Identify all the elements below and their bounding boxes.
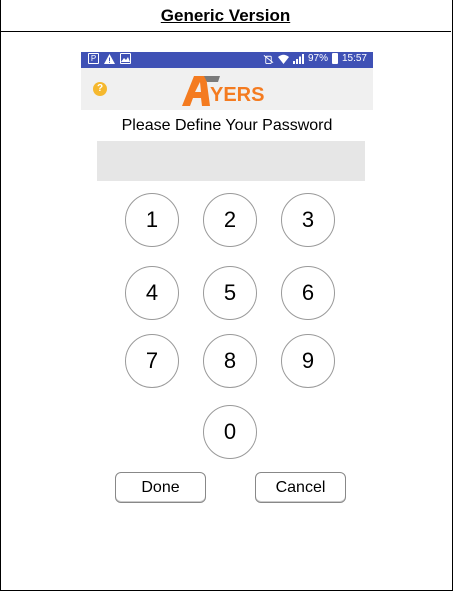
warning-icon — [104, 53, 115, 64]
key-6[interactable]: 6 — [281, 266, 335, 320]
battery-icon — [331, 53, 338, 64]
image-icon — [120, 53, 131, 64]
key-7[interactable]: 7 — [125, 334, 179, 388]
password-input[interactable] — [97, 141, 365, 181]
done-button[interactable]: Done — [115, 472, 206, 503]
logo-text: YERS — [210, 84, 264, 106]
document-title: Generic Version — [160, 6, 291, 25]
mute-vibrate-icon — [263, 53, 274, 64]
document-header: Generic Version — [0, 0, 451, 32]
cancel-button[interactable]: Cancel — [255, 472, 346, 503]
key-4[interactable]: 4 — [125, 266, 179, 320]
password-prompt: Please Define Your Password — [121, 117, 333, 134]
key-0[interactable]: 0 — [203, 405, 257, 459]
clock: 15:57 — [341, 53, 367, 64]
key-2[interactable]: 2 — [203, 193, 257, 247]
key-9[interactable]: 9 — [281, 334, 335, 388]
status-right-icons: 97% 15:57 — [263, 53, 367, 64]
help-icon[interactable]: ? — [93, 82, 107, 96]
p-icon: P — [88, 53, 99, 64]
key-8[interactable]: 8 — [203, 334, 257, 388]
battery-percent: 97% — [307, 53, 328, 64]
key-1[interactable]: 1 — [125, 193, 179, 247]
app-bar: ? YERS — [81, 68, 373, 110]
signal-icon — [292, 53, 304, 64]
key-5[interactable]: 5 — [203, 266, 257, 320]
ayers-logo: YERS — [182, 76, 264, 106]
key-3[interactable]: 3 — [281, 193, 335, 247]
status-bar: P 97% 15:57 — [81, 52, 373, 68]
status-left-icons: P — [88, 53, 131, 64]
wifi-icon — [277, 53, 289, 64]
